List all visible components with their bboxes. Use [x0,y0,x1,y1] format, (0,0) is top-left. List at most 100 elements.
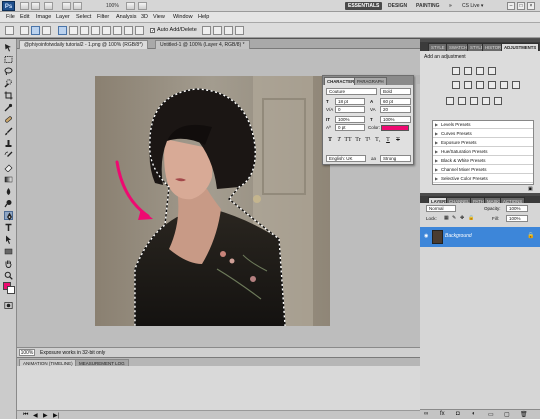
ellipse-shape-icon[interactable] [102,26,111,35]
horizontal-scale-field[interactable]: 100% [380,116,411,123]
pen-tool-icon[interactable] [4,211,13,221]
zoom-tool-button[interactable] [73,2,82,10]
channel-mixer-icon[interactable] [512,81,520,89]
freeform-pen-icon[interactable] [69,26,78,35]
clone-stamp-tool-icon[interactable] [4,139,13,148]
preset-levels[interactable]: Levels Presets [433,121,533,129]
underline-button[interactable]: T [384,136,392,144]
selective-color-icon[interactable] [494,97,502,105]
zoom-tool-icon[interactable] [4,271,13,280]
vibrance-icon[interactable] [452,81,460,89]
arrange-documents-button[interactable] [126,2,135,10]
menu-analysis[interactable]: Analysis [116,13,136,22]
more-workspaces[interactable]: » [449,2,452,10]
history-brush-tool-icon[interactable] [4,151,13,160]
shape-layers-icon[interactable] [20,26,29,35]
font-style-select[interactable]: Bold [380,88,411,95]
play-icon[interactable]: ▶ [43,412,48,419]
strikethrough-button[interactable]: T [394,136,402,144]
status-text[interactable]: Exposure works in 32-bit only [40,349,105,357]
bridge-button[interactable] [20,2,29,10]
workspace-essentials[interactable]: ESSENTIALS [345,2,383,10]
auto-add-delete-checkbox[interactable]: ✓ [150,28,155,34]
preset-hue-saturation[interactable]: Hue/Saturation Presets [433,148,533,156]
minimize-icon[interactable]: – [507,2,515,10]
menu-3d[interactable]: 3D [141,13,148,22]
line-shape-icon[interactable] [124,26,133,35]
tracking-field[interactable]: 20 [380,106,411,113]
hue-saturation-icon[interactable] [464,81,472,89]
new-adjustment-layer-icon[interactable]: ◐ [472,411,476,417]
intersect-path-areas-icon[interactable] [224,26,233,35]
black-white-icon[interactable] [488,81,496,89]
language-select[interactable]: English: UK [326,155,366,162]
tab-paragraph[interactable]: PARAGRAPH [354,77,387,85]
small-caps-button[interactable]: Tr [354,136,362,144]
cs-live-button[interactable]: CS Live ▾ [462,2,483,10]
close-icon[interactable]: × [527,2,535,10]
faux-bold-button[interactable]: T [326,136,334,144]
subscript-button[interactable]: T₁ [374,136,382,144]
preset-black-white[interactable]: Black & White Presets [433,157,533,165]
leading-field[interactable]: 60 pt [380,98,411,105]
workspace-painting[interactable]: PAINTING [416,2,440,10]
mini-bridge-button[interactable] [31,2,40,10]
paths-mode-icon[interactable] [31,26,40,35]
extras-button[interactable] [44,2,53,10]
next-frame-icon[interactable]: ▶| [53,412,59,419]
link-layers-icon[interactable]: ∞ [424,411,428,417]
menu-view[interactable]: View [153,13,165,22]
layer-style-icon[interactable]: fx [440,411,445,417]
add-mask-icon[interactable]: ◘ [456,411,460,417]
lock-image-icon[interactable]: ✎ [452,215,456,221]
eraser-tool-icon[interactable] [4,163,13,172]
screen-mode-button[interactable] [138,2,147,10]
kerning-field[interactable]: 0 [335,106,365,113]
superscript-button[interactable]: T¹ [364,136,372,144]
lock-transparent-icon[interactable]: ▦ [444,215,449,221]
brightness-contrast-icon[interactable] [452,67,460,75]
menu-file[interactable]: File [6,13,15,22]
eyedropper-tool-icon[interactable] [4,103,13,112]
menu-window[interactable]: Window [173,13,193,22]
quick-selection-tool-icon[interactable] [4,79,13,88]
rectangle-shape-icon[interactable] [80,26,89,35]
crop-tool-icon[interactable] [4,91,13,100]
menu-layer[interactable]: Layer [56,13,70,22]
subtract-path-area-icon[interactable] [213,26,222,35]
rectangle-tool-icon[interactable] [4,247,13,256]
hand-tool-icon[interactable] [4,259,13,268]
menu-help[interactable]: Help [198,13,209,22]
background-color-swatch[interactable] [7,286,15,294]
zoom-level[interactable]: 100% [106,2,119,10]
first-frame-icon[interactable]: ⏮ [23,412,28,419]
opacity-field[interactable]: 100% [506,205,528,212]
move-tool-icon[interactable] [4,43,13,52]
previous-frame-icon[interactable]: ◀ [33,412,38,419]
polygon-shape-icon[interactable] [113,26,122,35]
maximize-icon[interactable]: □ [517,2,525,10]
fill-pixels-icon[interactable] [42,26,51,35]
menu-edit[interactable]: Edit [20,13,29,22]
lasso-tool-icon[interactable] [4,67,13,76]
lock-all-icon[interactable]: 🔒 [468,215,474,221]
text-color-swatch[interactable] [381,125,409,131]
menu-select[interactable]: Select [76,13,91,22]
lock-position-icon[interactable]: ✥ [460,215,464,221]
exposure-icon[interactable] [488,67,496,75]
type-tool-icon[interactable] [4,223,13,232]
levels-icon[interactable] [464,67,472,75]
all-caps-button[interactable]: TT [344,136,352,144]
curves-icon[interactable] [476,67,484,75]
add-to-path-area-icon[interactable] [202,26,211,35]
tab-adjustments[interactable]: ADJUSTMENTS [501,43,540,51]
brush-tool-icon[interactable] [4,127,13,136]
antialias-select[interactable]: Strong [380,155,411,162]
menu-image[interactable]: Image [36,13,51,22]
invert-icon[interactable] [446,97,454,105]
vertical-scale-field[interactable]: 100% [335,116,365,123]
zoom-field[interactable]: 100% [19,349,35,356]
menu-filter[interactable]: Filter [97,13,109,22]
hand-button[interactable] [62,2,71,10]
rounded-rectangle-icon[interactable] [91,26,100,35]
